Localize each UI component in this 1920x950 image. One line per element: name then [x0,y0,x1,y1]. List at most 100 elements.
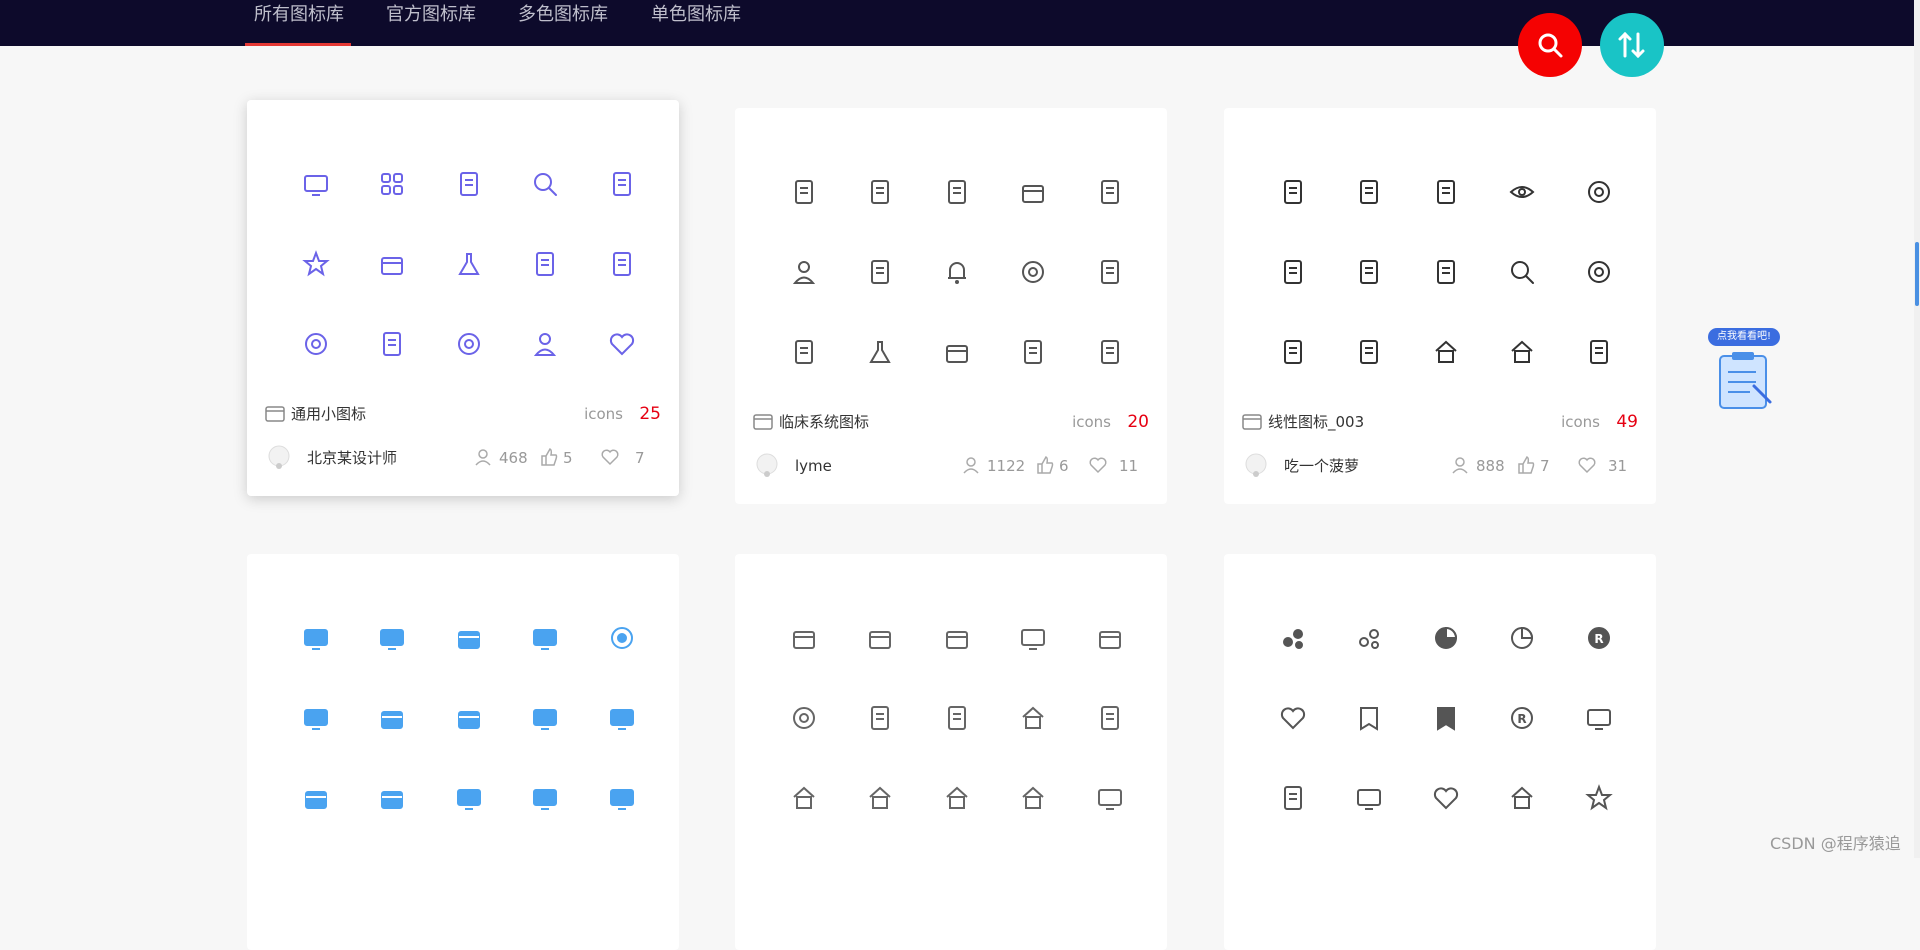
icon-library-card[interactable]: 临床系统图标 icons 20 lyme 1122 6 11 [735,108,1167,504]
author-name[interactable]: 吃一个菠萝 [1284,455,1359,477]
heart-icon[interactable] [600,447,620,467]
user-icon [531,330,559,358]
thumb-up-icon [1355,258,1383,286]
card-author-row: 北京某设计师 468 5 7 [265,444,661,472]
icon-preview-grid [265,128,661,368]
library-icon [1242,414,1262,430]
icon-preview-grid: RR [1242,582,1638,822]
avatar[interactable] [265,444,293,472]
flask-icon [866,338,894,366]
list-icon [1096,258,1124,286]
gift-icon [943,624,971,652]
pie-chart-icon [1432,624,1460,652]
thumb-up-icon[interactable] [539,447,559,467]
medicine-jar-icon [943,338,971,366]
icon-count: 49 [1616,412,1638,432]
archive-icon [455,624,483,652]
truck-icon [866,624,894,652]
phone-icon [1279,178,1307,206]
heart-link-icon [1432,784,1460,812]
id-card-icon [1279,338,1307,366]
eye-icon [1508,178,1536,206]
card-author-row: 吃一个菠萝 888 7 31 [1242,452,1638,480]
file-icon [1432,258,1460,286]
registered-outline-icon: R [1508,704,1536,732]
tab-monochrome-icons[interactable]: 单色图标库 [651,0,741,46]
icon-library-card[interactable] [247,554,679,950]
link-circle-icon [790,704,818,732]
tab-multicolor-icons[interactable]: 多色图标库 [518,0,608,46]
device-icon [1019,258,1047,286]
users-icon [963,457,979,474]
thumb-up-icon[interactable] [1035,455,1055,475]
scrollbar-track[interactable] [1914,0,1920,858]
promo-widget[interactable]: 点我看看吧! [1706,328,1782,412]
crown-icon [1432,338,1460,366]
nurse-icon [790,258,818,286]
schedule-icon [790,338,818,366]
star-icon [302,250,330,278]
pie-outline-icon [1508,624,1536,652]
favorites-count: 11 [1119,457,1139,475]
link-icon [1019,338,1047,366]
search-button[interactable] [1518,13,1582,77]
heart-icon[interactable] [1577,455,1597,475]
users-icon [1452,457,1468,474]
heart-icon [608,330,636,358]
avatar[interactable] [753,452,781,480]
bubbles-outline-icon [1355,624,1383,652]
library-name[interactable]: 线性图标_003 [1268,411,1364,433]
tab-official-icons[interactable]: 官方图标库 [386,0,476,46]
sort-button[interactable] [1600,13,1664,77]
monitor-icon [302,624,330,652]
presentation-play-icon [1585,704,1613,732]
bubbles-icon [1279,624,1307,652]
users-count: 1122 [987,457,1026,475]
favorites-count: 31 [1608,457,1628,475]
icon-count: 25 [639,404,661,424]
clipboard-play-icon [1279,784,1307,812]
tv-play-icon [302,704,330,732]
icon-preview-grid [753,582,1149,822]
copy-icon [1585,338,1613,366]
author-name[interactable]: lyme [795,455,832,477]
book-icon [531,250,559,278]
likes-count: 6 [1059,457,1069,475]
box-icon [1096,624,1124,652]
favorites-count: 7 [635,449,645,467]
home-location-icon [943,784,971,812]
tv-play-icon [1096,784,1124,812]
avatar[interactable] [1242,452,1270,480]
users-icon [475,449,491,466]
alarm-icon [1096,338,1124,366]
users-count: 468 [499,449,528,467]
search-icon [1508,258,1536,286]
building-data-icon [1096,704,1124,732]
scrollbar-thumb[interactable] [1915,242,1919,306]
tag-icon [1432,178,1460,206]
icon-library-card[interactable]: 线性图标_003 icons 49 吃一个菠萝 888 7 31 [1224,108,1656,504]
document-icon [608,170,636,198]
report-icon [943,178,971,206]
icon-library-card[interactable]: 通用小图标 icons 25 北京某设计师 468 5 7 [247,100,679,496]
library-icon [265,406,285,422]
headset-icon [1355,338,1383,366]
watermark: CSDN @程序猿追 [1770,834,1901,853]
flask-icon [455,250,483,278]
calendar-chart-icon [866,178,894,206]
heart-icon[interactable] [1088,455,1108,475]
lock-box-icon [302,784,330,812]
author-name[interactable]: 北京某设计师 [307,447,397,469]
library-name[interactable]: 通用小图标 [291,403,366,425]
library-name[interactable]: 临床系统图标 [779,411,869,433]
bookmark-star-icon [1585,784,1613,812]
icon-count: 20 [1127,412,1149,432]
thumb-up-icon[interactable] [1516,455,1536,475]
presentation-icon [531,704,559,732]
navigation-icon [1585,258,1613,286]
icon-library-card[interactable] [735,554,1167,950]
microscope-icon [790,178,818,206]
tab-all-icons[interactable]: 所有图标库 [254,0,344,46]
archive-up-icon [455,704,483,732]
icon-library-card[interactable]: RR [1224,554,1656,950]
